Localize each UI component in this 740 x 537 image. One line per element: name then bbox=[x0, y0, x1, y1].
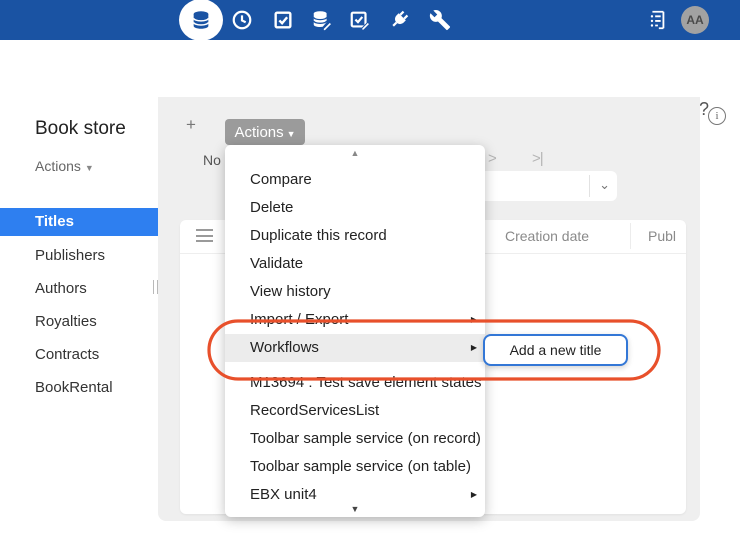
column-header-publication[interactable]: Publ bbox=[648, 228, 676, 244]
chevron-down-icon: ▼ bbox=[287, 129, 296, 139]
plug-icon[interactable] bbox=[388, 9, 410, 31]
sidebar-title: Book store bbox=[35, 118, 126, 140]
menu-item-compare[interactable]: Compare bbox=[225, 166, 485, 194]
menu-item-view-history[interactable]: View history bbox=[225, 278, 485, 306]
sidebar-item-bookrental[interactable]: BookRental bbox=[0, 374, 158, 402]
data-model-edit-icon[interactable] bbox=[311, 9, 333, 31]
sidebar-item-authors[interactable]: Authors bbox=[0, 275, 158, 303]
submenu-arrow-icon: ▶ bbox=[471, 334, 477, 362]
sidebar-item-titles[interactable]: Titles bbox=[0, 208, 158, 236]
submenu-item-add-a-new-title[interactable]: Add a new title bbox=[483, 334, 628, 366]
search-options-chevron-icon[interactable]: ⌄ bbox=[599, 177, 610, 193]
add-record-button[interactable]: + bbox=[186, 115, 196, 135]
sidebar-item-publishers[interactable]: Publishers bbox=[0, 242, 158, 270]
database-icon[interactable] bbox=[190, 9, 212, 31]
scroll-up-icon[interactable]: ▲ bbox=[225, 148, 485, 158]
menu-item-toolbar-on-record[interactable]: Toolbar sample service (on record) bbox=[225, 425, 485, 453]
avatar[interactable]: AA bbox=[681, 6, 709, 34]
menu-item-m13694[interactable]: M13694 : Test save element states bbox=[225, 369, 485, 397]
menu-item-duplicate[interactable]: Duplicate this record bbox=[225, 222, 485, 250]
menu-item-import-export[interactable]: Import / Export▶ bbox=[225, 306, 485, 334]
sidebar-item-royalties[interactable]: Royalties bbox=[0, 308, 158, 336]
task-edit-icon[interactable] bbox=[349, 9, 371, 31]
checklist-icon[interactable] bbox=[272, 9, 294, 31]
chevron-down-icon: ▼ bbox=[85, 163, 94, 173]
actions-button[interactable]: Actions▼ bbox=[225, 119, 305, 145]
record-count-text: No bbox=[203, 152, 221, 168]
submenu-arrow-icon: ▶ bbox=[471, 306, 477, 334]
info-icon[interactable]: i bbox=[708, 107, 726, 125]
sidebar-actions-menu[interactable]: Actions▼ bbox=[35, 158, 94, 174]
divider bbox=[589, 175, 590, 197]
next-page-icon[interactable]: > bbox=[488, 150, 497, 167]
screen: AA Master Data ▾ Titles ? Book store Act… bbox=[0, 0, 740, 537]
wrench-icon[interactable] bbox=[429, 9, 451, 31]
last-page-icon[interactable]: >| bbox=[532, 150, 543, 167]
sidebar: Book store Actions▼ Titles Publishers Au… bbox=[0, 97, 158, 537]
top-navigation-bar: AA bbox=[0, 0, 740, 40]
menu-item-recordserviceslist[interactable]: RecordServicesList bbox=[225, 397, 485, 425]
table-menu-icon[interactable] bbox=[196, 229, 213, 243]
menu-item-delete[interactable]: Delete bbox=[225, 194, 485, 222]
page-header: Master Data ▾ Titles ? bbox=[0, 40, 740, 97]
perspective-icon[interactable] bbox=[646, 9, 668, 31]
menu-item-toolbar-on-table[interactable]: Toolbar sample service (on table) bbox=[225, 453, 485, 481]
menu-item-workflows[interactable]: Workflows▶ bbox=[225, 334, 485, 362]
actions-dropdown-menu: ▲ Compare Delete Duplicate this record V… bbox=[225, 145, 485, 517]
clock-icon[interactable] bbox=[231, 9, 253, 31]
scroll-down-icon[interactable]: ▼ bbox=[225, 504, 485, 514]
column-header-creation-date[interactable]: Creation date bbox=[505, 228, 589, 244]
menu-item-validate[interactable]: Validate bbox=[225, 250, 485, 278]
sidebar-item-contracts[interactable]: Contracts bbox=[0, 341, 158, 369]
column-divider bbox=[630, 223, 631, 249]
